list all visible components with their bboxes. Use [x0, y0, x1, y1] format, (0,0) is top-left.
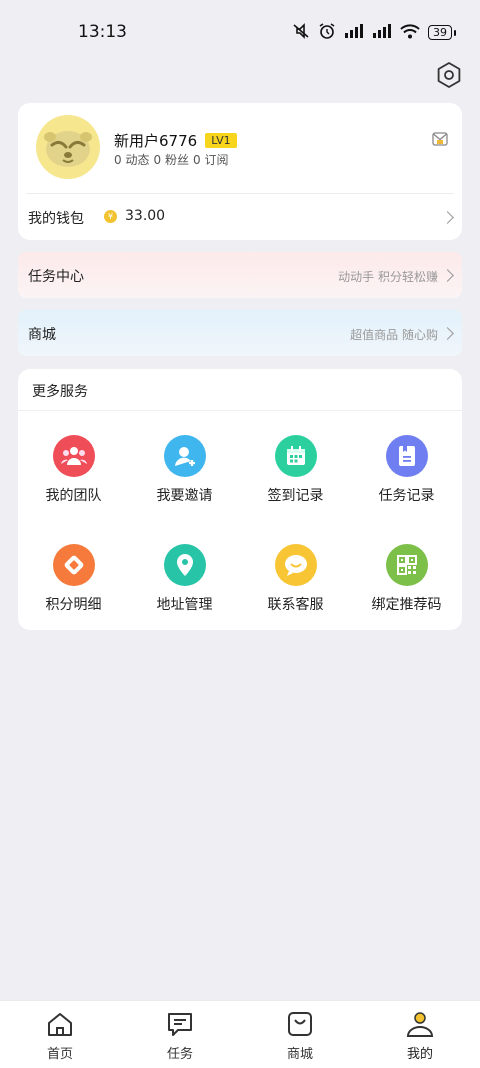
mall-title: 商城 [28, 327, 56, 343]
chevron-right-icon [441, 327, 454, 340]
task-center-banner[interactable]: 任务中心 动动手 积分轻松赚 [18, 252, 462, 298]
service-address-management[interactable]: 地址管理 [129, 544, 240, 614]
username: 新用户6776 [114, 132, 198, 150]
team-icon [52, 435, 95, 477]
mute-icon [292, 23, 310, 42]
status-time: 13:13 [78, 22, 127, 42]
message-icon[interactable] [432, 131, 448, 146]
service-my-team[interactable]: 我的团队 [18, 435, 129, 505]
home-icon [48, 1013, 72, 1036]
stat-fans[interactable]: 0 粉丝 [153, 151, 188, 168]
tab-home[interactable]: 首页 [0, 1011, 120, 1062]
chevron-right-icon [441, 211, 454, 224]
points-icon [52, 544, 95, 586]
username-row: 新用户6776 LV1 [114, 130, 237, 151]
service-label: 积分明细 [45, 597, 102, 613]
task-center-subtitle: 动动手 积分轻松赚 [338, 270, 438, 284]
signal-icon-2 [372, 24, 392, 41]
task-icon [168, 1013, 192, 1036]
tab-task-label: 任务 [166, 1047, 193, 1062]
service-checkin-records[interactable]: 签到记录 [240, 435, 351, 505]
battery-indicator: 39 [428, 25, 456, 40]
service-customer-support[interactable]: 联系客服 [240, 544, 351, 614]
services-divider [18, 410, 462, 411]
service-label: 我要邀请 [156, 488, 213, 504]
settings-icon [437, 62, 461, 88]
status-bar: 13:13 39 [0, 0, 480, 64]
bottom-tab-bar: 首页 任务 商城 我的 [0, 1000, 480, 1068]
mall-subtitle: 超值商品 随心购 [350, 328, 438, 342]
mall-banner[interactable]: 商城 超值商品 随心购 [18, 310, 462, 356]
task-record-icon [385, 435, 428, 477]
location-icon [163, 544, 206, 586]
tab-mine-label: 我的 [406, 1047, 433, 1062]
profile-icon [406, 1012, 434, 1037]
service-label: 联系客服 [267, 597, 324, 613]
qr-code-icon [385, 544, 428, 586]
coin-icon: ¥ [104, 210, 117, 223]
level-badge: LV1 [205, 133, 237, 148]
services-title: 更多服务 [32, 384, 88, 400]
tab-mall-label: 商城 [286, 1047, 313, 1062]
wallet-label: 我的钱包 [28, 211, 84, 227]
signal-icon [344, 24, 364, 41]
service-label: 地址管理 [156, 597, 213, 613]
invite-icon [163, 435, 206, 477]
shop-icon [288, 1012, 312, 1036]
alarm-icon [318, 22, 336, 43]
service-label: 绑定推荐码 [371, 597, 442, 613]
tab-task[interactable]: 任务 [120, 1011, 240, 1062]
tab-mine[interactable]: 我的 [360, 1011, 480, 1062]
task-center-title: 任务中心 [28, 269, 84, 285]
customer-service-icon [274, 544, 317, 586]
wifi-icon [400, 23, 420, 42]
avatar[interactable] [36, 115, 100, 179]
settings-button[interactable] [434, 60, 464, 90]
profile-divider [26, 193, 454, 194]
status-icons: 39 [292, 22, 456, 43]
wallet-amount: 33.00 [125, 208, 166, 224]
stat-subscriptions[interactable]: 0 订阅 [193, 151, 228, 168]
chevron-right-icon [441, 269, 454, 282]
tab-home-label: 首页 [46, 1047, 73, 1062]
avatar-hamster-icon [44, 131, 92, 167]
service-label: 签到记录 [267, 488, 324, 504]
service-label: 我的团队 [45, 488, 102, 504]
stat-posts[interactable]: 0 动态 [114, 151, 149, 168]
more-services-card: 更多服务 我的团队 我要邀请 签到记录 任务记录 积分明细 地址管理 联系客服 … [18, 369, 462, 630]
calendar-icon [274, 435, 317, 477]
service-label: 任务记录 [378, 488, 435, 504]
service-bind-referral-code[interactable]: 绑定推荐码 [351, 544, 462, 614]
profile-card: 新用户6776 LV1 0 动态 0 粉丝 0 订阅 我的钱包 ¥ 33.00 [18, 103, 462, 240]
service-invite[interactable]: 我要邀请 [129, 435, 240, 505]
service-points-detail[interactable]: 积分明细 [18, 544, 129, 614]
profile-stats: 0 动态 0 粉丝 0 订阅 [114, 151, 228, 168]
service-task-records[interactable]: 任务记录 [351, 435, 462, 505]
tab-mall[interactable]: 商城 [240, 1011, 360, 1062]
